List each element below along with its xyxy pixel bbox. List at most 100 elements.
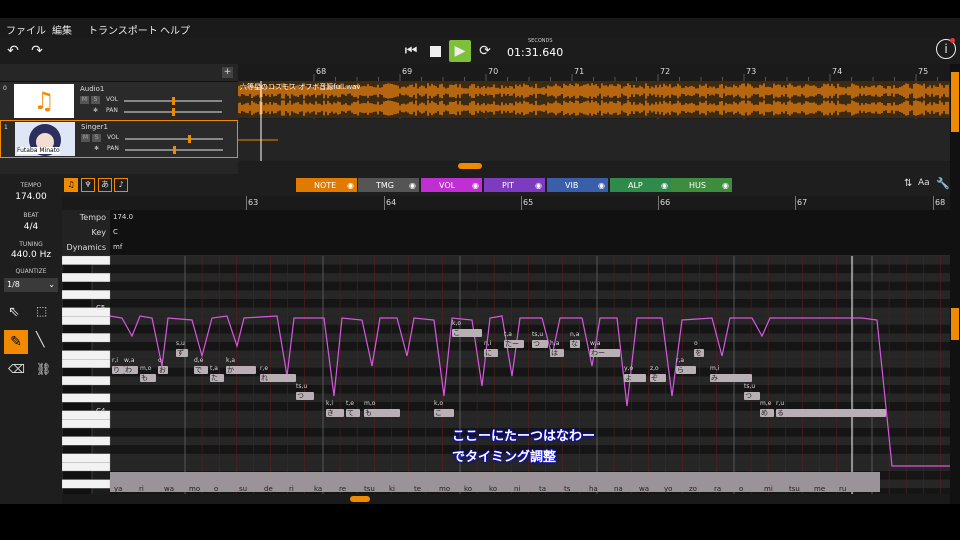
tab-pit[interactable]: PIT ◉ bbox=[484, 178, 545, 192]
note-tool-icon[interactable]: ♫ bbox=[64, 178, 78, 192]
tab-tmg[interactable]: TMG ◉ bbox=[358, 178, 419, 192]
pencil-icon[interactable]: ✎ bbox=[4, 330, 28, 354]
menu-help[interactable]: ヘルプ bbox=[160, 22, 190, 37]
arrange-view[interactable]: 六等星のコスモス オフボ音源full.wav 68 69 70 71 72 73 74 75 bbox=[237, 64, 960, 174]
eye-icon[interactable]: ◉ bbox=[409, 181, 416, 190]
loop-icon[interactable]: ⟳ bbox=[474, 40, 496, 62]
mute-button[interactable]: M bbox=[81, 134, 90, 142]
note[interactable]: れ bbox=[260, 374, 296, 382]
tempo-row-value[interactable]: 174.0 bbox=[113, 210, 133, 225]
quantize-select[interactable]: 1/8 ⌄ bbox=[4, 278, 58, 292]
menu-transport[interactable]: トランスポート bbox=[88, 22, 158, 37]
eye-icon[interactable]: ◉ bbox=[661, 181, 668, 190]
wrench-icon[interactable]: 🔧 bbox=[936, 177, 950, 190]
pan-knob[interactable] bbox=[173, 146, 176, 154]
note[interactable]: に bbox=[484, 349, 498, 357]
go-to-start-icon[interactable]: ⏮ bbox=[400, 40, 422, 62]
note[interactable]: ぞ bbox=[650, 374, 666, 382]
arrange-scroll-thumb[interactable] bbox=[951, 72, 959, 132]
select-arrow-icon[interactable]: ⇖ bbox=[8, 304, 20, 320]
note-lyric: に bbox=[485, 349, 492, 357]
note[interactable]: た bbox=[210, 374, 224, 382]
note-phoneme: w,a bbox=[124, 357, 135, 364]
note[interactable]: み bbox=[710, 374, 752, 382]
vol-knob[interactable] bbox=[188, 135, 191, 143]
menu-edit[interactable]: 編集 bbox=[52, 22, 72, 37]
measure-ruler[interactable]: 63 64 65 66 67 68 bbox=[62, 196, 950, 210]
lyric-tool-icon[interactable]: あ bbox=[98, 178, 112, 192]
note[interactable]: わー bbox=[590, 349, 620, 357]
note[interactable]: は bbox=[550, 349, 564, 357]
undo-icon[interactable]: ↶ bbox=[2, 40, 24, 62]
phoneme-strip-item: o bbox=[214, 485, 219, 493]
note[interactable]: ず bbox=[176, 349, 188, 357]
vol-knob[interactable] bbox=[172, 97, 175, 105]
tuning-value[interactable]: 440.0 Hz bbox=[0, 250, 62, 260]
beat-value[interactable]: 4/4 bbox=[0, 222, 62, 232]
eye-icon[interactable]: ◉ bbox=[598, 181, 605, 190]
key-row-value[interactable]: C bbox=[113, 225, 118, 240]
vol-slider[interactable] bbox=[125, 138, 223, 140]
note[interactable]: き bbox=[326, 409, 344, 417]
range-select-icon[interactable]: ⬚ bbox=[36, 304, 47, 318]
note[interactable]: で bbox=[194, 366, 208, 374]
roll-scroll-thumb[interactable] bbox=[951, 308, 959, 340]
eye-icon[interactable]: ◉ bbox=[535, 181, 542, 190]
solo-button[interactable]: S bbox=[92, 134, 101, 142]
link-icon[interactable]: ⛓ bbox=[36, 362, 51, 376]
dynamics-row-value[interactable]: mf bbox=[113, 240, 122, 255]
note[interactable]: め bbox=[760, 409, 774, 417]
note[interactable]: も bbox=[364, 409, 400, 417]
note[interactable]: つ bbox=[296, 392, 314, 400]
eye-icon[interactable]: ◉ bbox=[722, 181, 729, 190]
horizontal-scrollbar[interactable] bbox=[62, 494, 950, 504]
tempo-row[interactable]: Tempo 174.0 bbox=[62, 210, 950, 226]
eraser-icon[interactable]: ⌫ bbox=[8, 362, 25, 376]
tab-note[interactable]: NOTE ◉ bbox=[296, 178, 357, 192]
voice-tool-icon[interactable]: ♆ bbox=[81, 178, 95, 192]
eye-icon[interactable]: ◉ bbox=[472, 181, 479, 190]
note[interactable]: も bbox=[140, 374, 156, 382]
note[interactable]: り bbox=[112, 366, 124, 374]
eye-icon[interactable]: ◉ bbox=[347, 181, 354, 190]
note[interactable]: つ bbox=[532, 340, 548, 348]
tab-vib[interactable]: VIB ◉ bbox=[547, 178, 608, 192]
note[interactable]: ら bbox=[676, 366, 696, 374]
add-track-button[interactable]: + bbox=[222, 67, 233, 78]
key-row[interactable]: Key C bbox=[62, 225, 950, 241]
stop-icon[interactable] bbox=[424, 40, 446, 62]
singer-avatar[interactable]: Futaba Minato bbox=[15, 122, 75, 156]
note[interactable]: わ bbox=[124, 366, 138, 374]
sort-icon[interactable]: ⇅ bbox=[904, 178, 912, 189]
note[interactable]: な bbox=[570, 340, 580, 348]
note[interactable]: こ bbox=[434, 409, 454, 417]
menu-file[interactable]: ファイル bbox=[6, 22, 46, 37]
note[interactable]: たー bbox=[504, 340, 524, 348]
tab-alp[interactable]: ALP ◉ bbox=[610, 178, 671, 192]
track-singer1[interactable]: 1 Futaba Minato Singer1 M S VOL ✱ PAN bbox=[0, 120, 238, 158]
redo-icon[interactable]: ↷ bbox=[26, 40, 48, 62]
solo-button[interactable]: S bbox=[91, 96, 100, 104]
pan-knob[interactable] bbox=[172, 108, 175, 116]
scroll-thumb[interactable] bbox=[350, 496, 370, 502]
text-size-button[interactable]: Aa bbox=[918, 178, 930, 188]
pitch-tool-icon[interactable]: ♪ bbox=[114, 178, 128, 192]
note[interactable]: つ bbox=[744, 392, 760, 400]
tab-hus[interactable]: HUS ◉ bbox=[671, 178, 732, 192]
line-tool-icon[interactable]: ╲ bbox=[36, 332, 44, 348]
tab-vol[interactable]: VOL ◉ bbox=[421, 178, 482, 192]
mute-button[interactable]: M bbox=[80, 96, 89, 104]
dynamics-row[interactable]: Dynamics mf bbox=[62, 240, 950, 256]
track-audio1[interactable]: 0 ♫ Audio1 M S VOL ✱ PAN bbox=[0, 81, 238, 120]
note[interactable]: て bbox=[346, 409, 360, 417]
play-icon[interactable]: ▶ bbox=[449, 40, 471, 62]
note[interactable]: を bbox=[694, 349, 704, 357]
singer-select[interactable]: Futaba Minato bbox=[17, 147, 60, 154]
note[interactable]: か bbox=[226, 366, 256, 374]
note[interactable]: る bbox=[776, 409, 886, 417]
note[interactable]: こ bbox=[452, 329, 482, 337]
note[interactable]: よ bbox=[624, 374, 646, 382]
vertical-scrollbar[interactable] bbox=[950, 64, 960, 504]
note[interactable]: お bbox=[158, 366, 168, 374]
tempo-value[interactable]: 174.00 bbox=[0, 192, 62, 202]
